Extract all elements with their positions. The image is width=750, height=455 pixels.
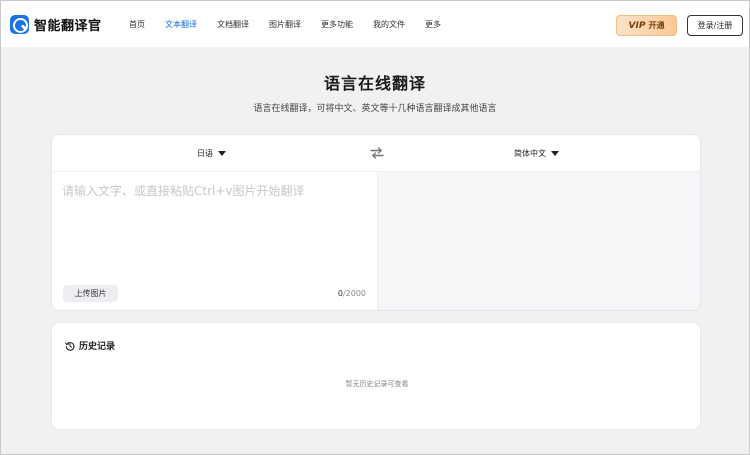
source-text-input[interactable] (62, 182, 367, 277)
character-limit: /2000 (342, 289, 366, 298)
logo-text: 智能翻译官 (34, 19, 102, 34)
login-register-button[interactable]: 登录/注册 (687, 15, 743, 36)
translate-logo-icon (10, 15, 29, 34)
swap-arrows-icon[interactable] (370, 147, 384, 159)
source-language-select[interactable]: 日语 (197, 148, 226, 159)
history-empty-text: 暂无历史记录可查看 (345, 380, 409, 388)
translation-result-pane (377, 172, 700, 310)
nav-item-home[interactable]: 首页 (129, 19, 145, 30)
vip-badge: VIP (628, 20, 646, 31)
source-pane: 上传图片 0/2000 (52, 172, 377, 310)
translate-card: 日语 简体中文 上传图片 0/2000 (51, 134, 701, 311)
history-header: 历史记录 (65, 339, 115, 352)
page-title: 语言在线翻译 (323, 74, 426, 93)
nav-item-more-features[interactable]: 更多功能 (321, 19, 353, 30)
caret-down-icon (551, 151, 559, 156)
vip-label: 开通 (648, 21, 665, 30)
history-clock-icon (65, 341, 75, 351)
target-language-select[interactable]: 简体中文 (514, 148, 559, 159)
caret-down-icon (218, 151, 226, 156)
nav-item-document-translate[interactable]: 文档翻译 (217, 19, 249, 30)
character-counter: 0/2000 (338, 289, 366, 298)
page-subtitle: 语言在线翻译，可将中文、英文等十几种语言翻译成其他语言 (253, 104, 497, 114)
target-language-label: 简体中文 (514, 149, 546, 158)
language-bar: 日语 简体中文 (52, 135, 700, 172)
vip-open-button[interactable]: VIP 开通 (616, 15, 677, 36)
nav-item-text-translate[interactable]: 文本翻译 (165, 19, 197, 30)
source-language-label: 日语 (197, 149, 213, 158)
nav-item-image-translate[interactable]: 图片翻译 (269, 19, 301, 30)
nav-item-more[interactable]: 更多 (425, 19, 441, 30)
top-navbar: 智能翻译官 首页 文本翻译 文档翻译 图片翻译 更多功能 我的文件 更多 VIP… (1, 1, 749, 47)
nav-item-my-files[interactable]: 我的文件 (373, 19, 405, 30)
main-nav: 首页 文本翻译 文档翻译 图片翻译 更多功能 我的文件 更多 (129, 1, 461, 47)
history-card: 历史记录 暂无历史记录可查看 (51, 322, 701, 430)
site-logo[interactable]: 智能翻译官 (10, 15, 102, 34)
upload-image-button[interactable]: 上传图片 (63, 285, 118, 302)
history-title: 历史记录 (79, 342, 116, 352)
